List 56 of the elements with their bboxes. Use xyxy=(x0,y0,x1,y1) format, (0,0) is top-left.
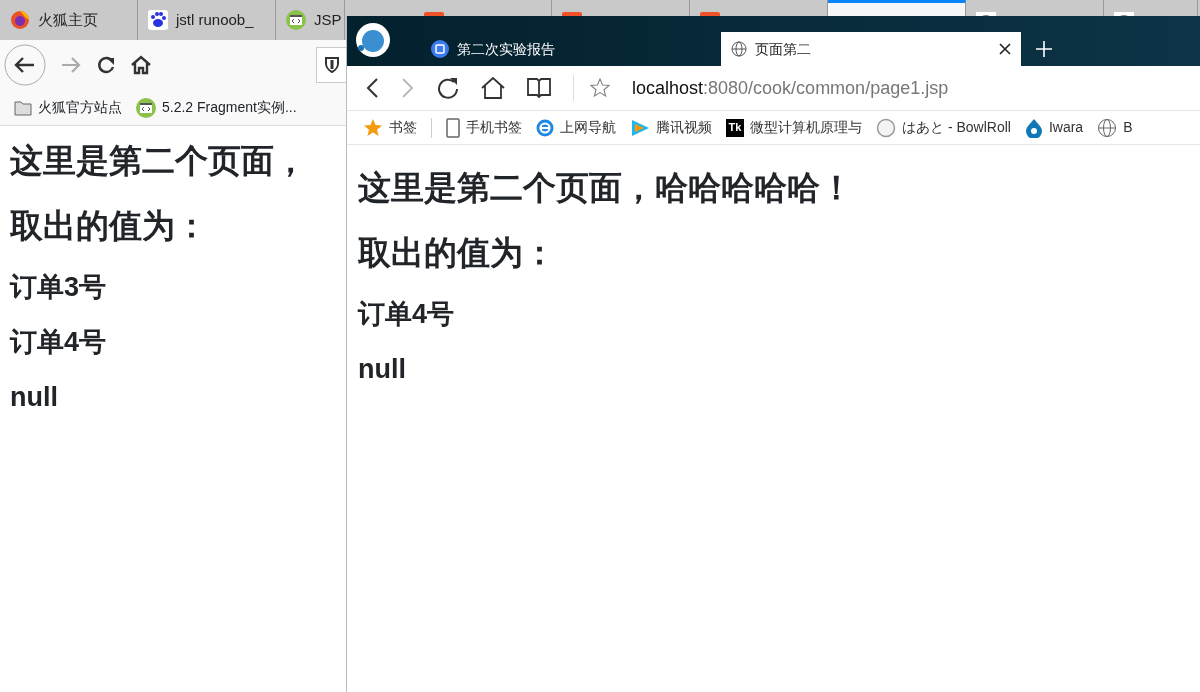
page-subheading: 订单4号 xyxy=(10,325,108,359)
bookmark-link[interactable]: 腾讯视频 xyxy=(656,117,712,138)
tab-label[interactable]: 第二次实验报告 xyxy=(457,38,555,60)
back-icon[interactable] xyxy=(4,44,46,86)
page-subheading: null xyxy=(358,352,407,386)
code-icon xyxy=(136,97,156,118)
bookmark-link[interactable]: B xyxy=(1123,117,1133,138)
bookmark-link[interactable]: 5.2.2 Fragment实例... xyxy=(162,97,297,118)
bookmark-link[interactable]: 上网导航 xyxy=(560,117,616,138)
back-icon[interactable] xyxy=(365,77,379,99)
tab-page-icon xyxy=(431,40,449,58)
logo-icon xyxy=(355,22,391,58)
bookmark-link[interactable]: 微型计算机原理与 xyxy=(750,117,862,138)
browser-tab[interactable]: 第二次实验报告 xyxy=(421,32,721,66)
page-subheading: 订单3号 xyxy=(10,270,108,304)
paw-icon xyxy=(148,10,168,30)
page-subheading: null xyxy=(10,380,59,414)
reload-icon[interactable] xyxy=(96,55,116,75)
home-icon[interactable] xyxy=(130,54,152,76)
browser-e-icon xyxy=(536,118,554,137)
star-icon xyxy=(363,117,383,138)
code-icon xyxy=(286,10,306,30)
book-icon[interactable] xyxy=(527,77,551,99)
tab-label[interactable]: jstl runoob_ xyxy=(176,8,254,32)
page-heading: 取出的值为： xyxy=(358,232,557,273)
shield-icon xyxy=(323,56,340,74)
bookmark-link[interactable]: Iwara xyxy=(1048,117,1084,138)
star-icon[interactable] xyxy=(590,78,610,98)
tk-logo-icon: Tk xyxy=(726,118,744,137)
tab-label[interactable]: 页面第二 xyxy=(755,38,811,60)
home-icon[interactable] xyxy=(481,77,505,99)
browser-tab[interactable] xyxy=(828,0,966,16)
browser-logo-icon xyxy=(10,10,30,30)
play-icon xyxy=(630,118,650,137)
bookmark-link[interactable]: はあと - BowlRoll xyxy=(902,117,1011,138)
new-tab-icon[interactable] xyxy=(1035,40,1053,58)
globe-icon xyxy=(1097,117,1118,138)
shield-button[interactable] xyxy=(316,47,346,83)
bookmark-link[interactable]: 火狐官方站点 xyxy=(38,97,122,118)
bookmark-link[interactable]: 书签 xyxy=(389,117,417,138)
browser-tab[interactable]: 页面第二 xyxy=(721,32,1021,66)
page-heading: 取出的值为： xyxy=(10,205,209,246)
globe-icon xyxy=(731,41,747,57)
phone-icon xyxy=(446,117,460,138)
folder-icon xyxy=(14,99,32,116)
tab-label[interactable]: JSP xyxy=(314,8,342,32)
tab-label[interactable]: 火狐主页 xyxy=(38,8,98,32)
reload-icon[interactable] xyxy=(437,77,459,99)
page-heading: 这里是第二个页面，哈哈哈哈哈！ xyxy=(358,168,854,208)
page-heading: 这里是第二个页面， xyxy=(10,141,308,181)
drop-icon xyxy=(1024,117,1043,138)
circle-icon xyxy=(876,117,896,138)
page-subheading: 订单4号 xyxy=(358,297,456,331)
address-field[interactable]: localhost:8080/cook/common/page1.jsp xyxy=(632,74,949,102)
close-icon[interactable] xyxy=(999,43,1011,55)
bookmark-link[interactable]: 手机书签 xyxy=(466,117,522,138)
